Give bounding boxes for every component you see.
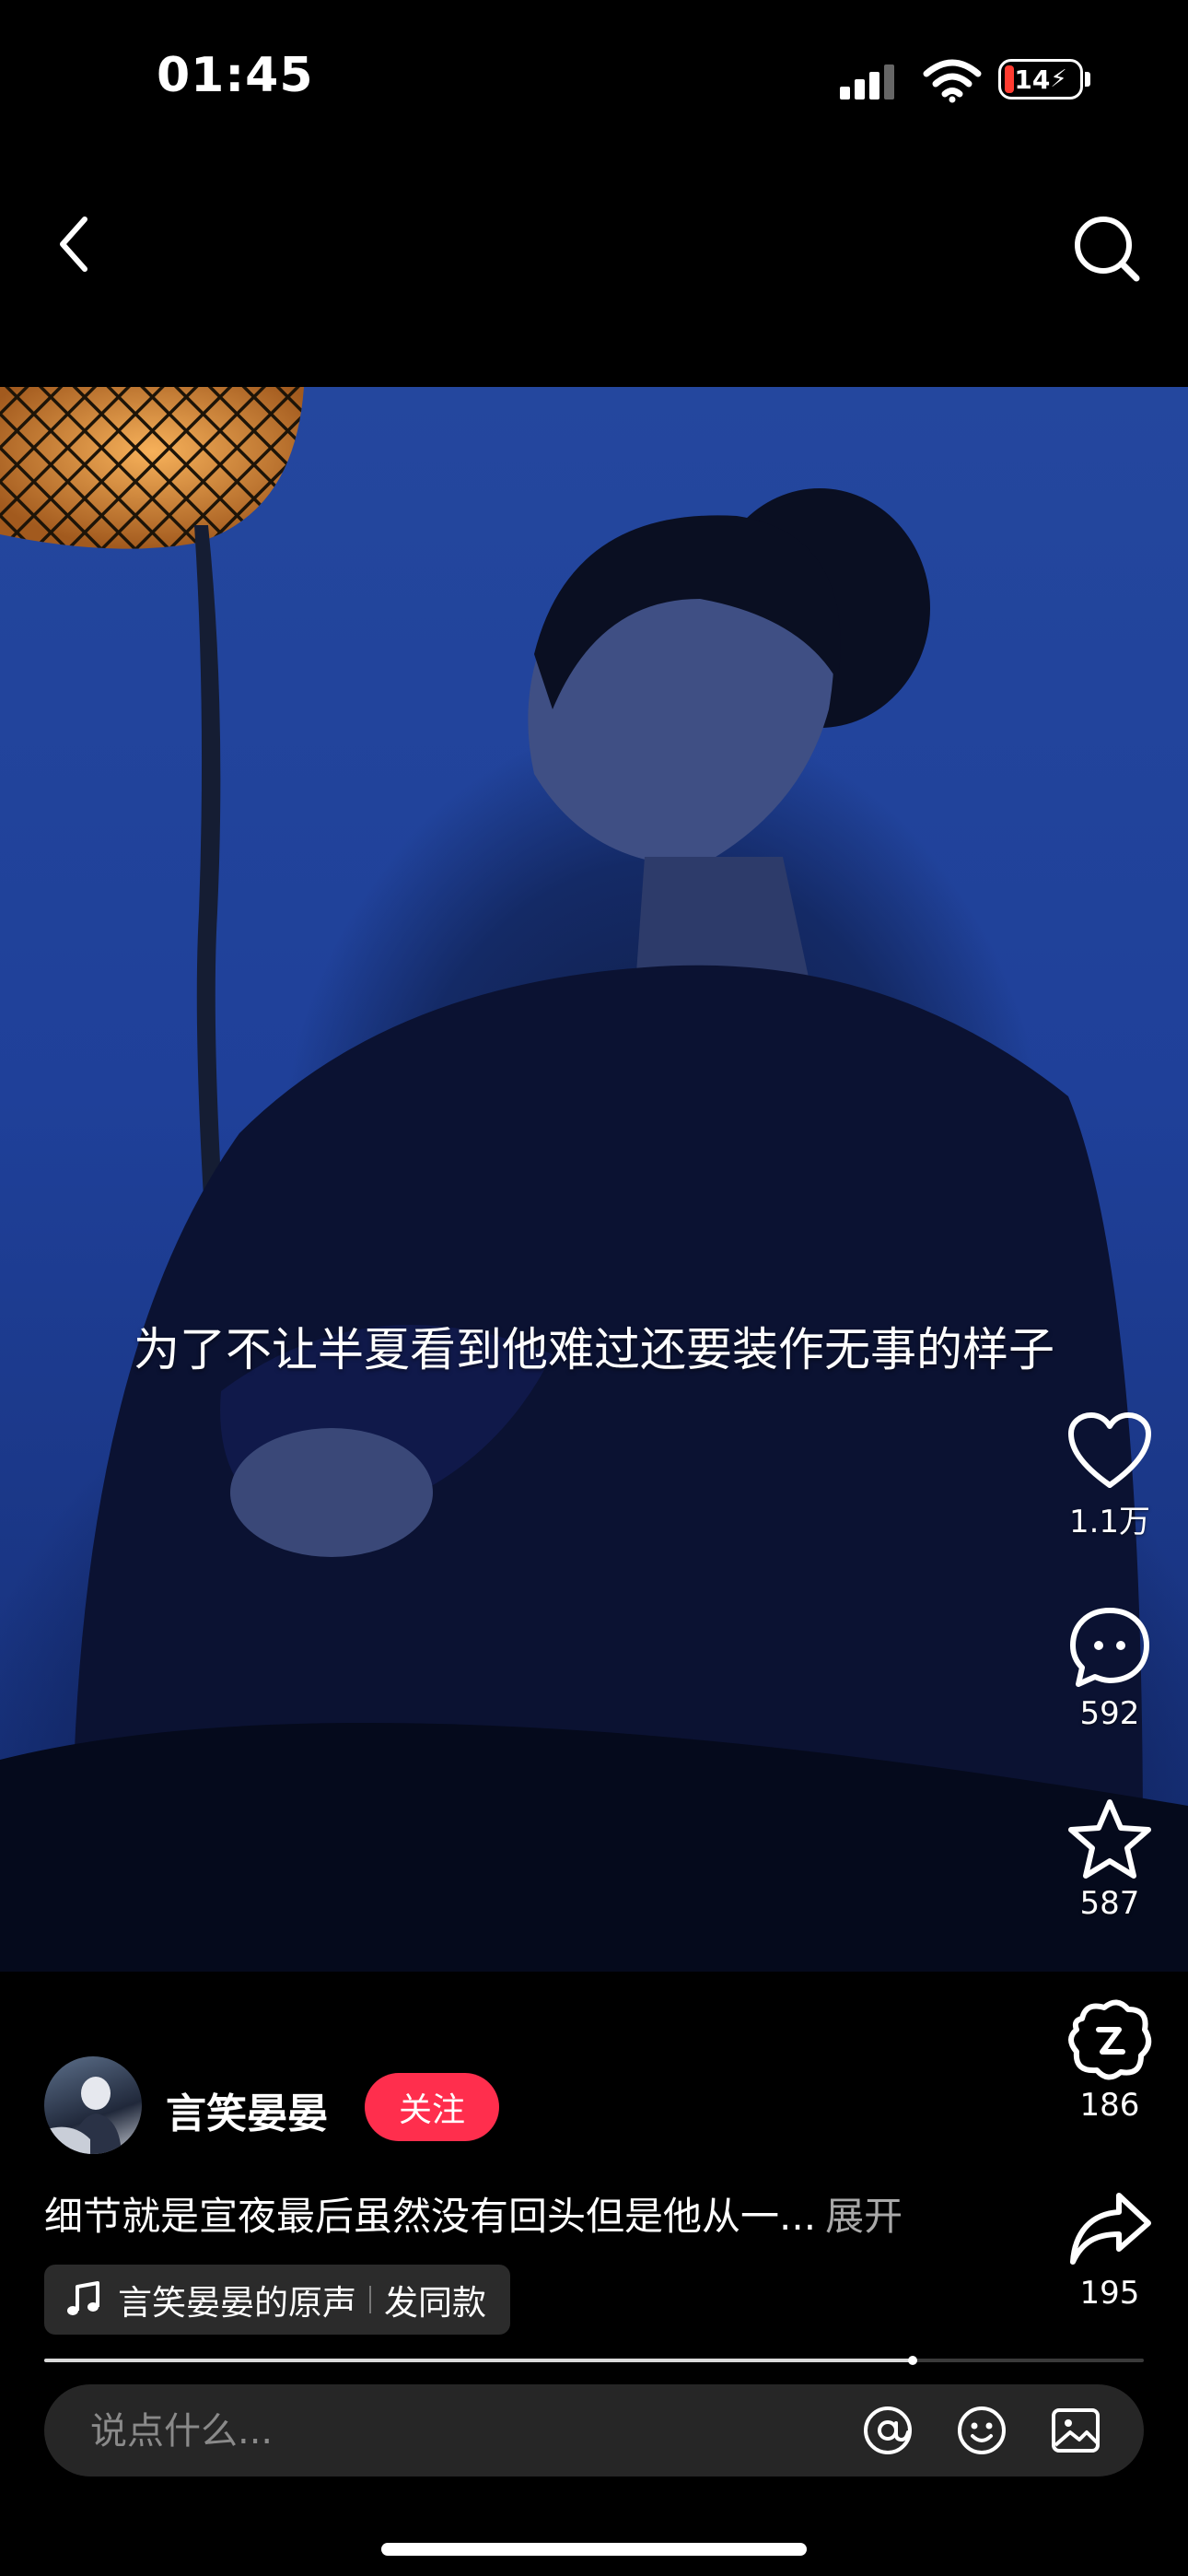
star-icon	[1068, 1799, 1151, 1879]
comment-bar	[44, 2384, 1144, 2478]
comment-count: 592	[1079, 1695, 1140, 1732]
same-style-button[interactable]: 发同款	[384, 2275, 486, 2324]
post-caption[interactable]: 细节就是宣夜最后虽然没有回头但是他从一... 展开	[44, 2185, 903, 2242]
comment-input[interactable]	[88, 2384, 847, 2478]
gift-count: 186	[1079, 2087, 1140, 2124]
emoji-icon[interactable]	[954, 2403, 1009, 2458]
favorite-count: 587	[1079, 1885, 1140, 1922]
back-arrow-icon[interactable]	[37, 203, 111, 286]
like-count: 1.1万	[1068, 1504, 1151, 1540]
progress-handle[interactable]	[908, 2356, 918, 2365]
author-name[interactable]: 言笑晏晏	[166, 2080, 328, 2139]
battery-level: 14	[1014, 64, 1051, 95]
follow-button[interactable]: 关注	[365, 2073, 499, 2141]
author-avatar[interactable]	[44, 2056, 142, 2154]
caption-text: 细节就是宣夜最后虽然没有回头但是他从一...	[44, 2194, 817, 2239]
cellular-signal-icon	[840, 63, 895, 100]
progress-fill	[44, 2359, 914, 2362]
share-count: 195	[1079, 2275, 1140, 2312]
home-indicator[interactable]	[381, 2543, 807, 2556]
gift-badge-icon	[1068, 1999, 1152, 2080]
heart-icon	[1068, 1412, 1151, 1488]
comment-button[interactable]: 592	[1045, 1603, 1174, 1732]
like-button[interactable]: 1.1万	[1045, 1410, 1174, 1541]
favorite-button[interactable]: 587	[1045, 1797, 1174, 1922]
share-arrow-icon	[1070, 2193, 1151, 2265]
search-icon[interactable]	[1059, 203, 1151, 295]
expand-link[interactable]: 展开	[825, 2194, 903, 2239]
music-note-icon	[67, 2281, 99, 2315]
battery-cap	[1085, 72, 1090, 87]
video-subtitle: 为了不让半夏看到他难过还要装作无事的样子	[134, 1323, 1054, 1376]
video-progress-bar[interactable]	[44, 2356, 1144, 2365]
image-icon[interactable]	[1048, 2403, 1103, 2458]
character-figure	[0, 488, 1188, 1972]
comment-bubble-icon	[1070, 1608, 1149, 1687]
music-label: 言笑晏晏的原声	[118, 2283, 356, 2323]
music-chip[interactable]: 言笑晏晏的原声 发同款	[44, 2265, 510, 2335]
gift-button[interactable]: 186	[1045, 1995, 1174, 2124]
video-player[interactable]: 为了不让半夏看到他难过还要装作无事的样子	[0, 387, 1188, 1972]
share-button[interactable]: 195	[1045, 2188, 1174, 2312]
status-time: 01:45	[157, 48, 314, 103]
mention-icon[interactable]	[860, 2403, 915, 2458]
wifi-icon	[923, 59, 982, 103]
battery-icon: 14 ⚡	[998, 59, 1083, 100]
chip-divider	[369, 2286, 371, 2313]
